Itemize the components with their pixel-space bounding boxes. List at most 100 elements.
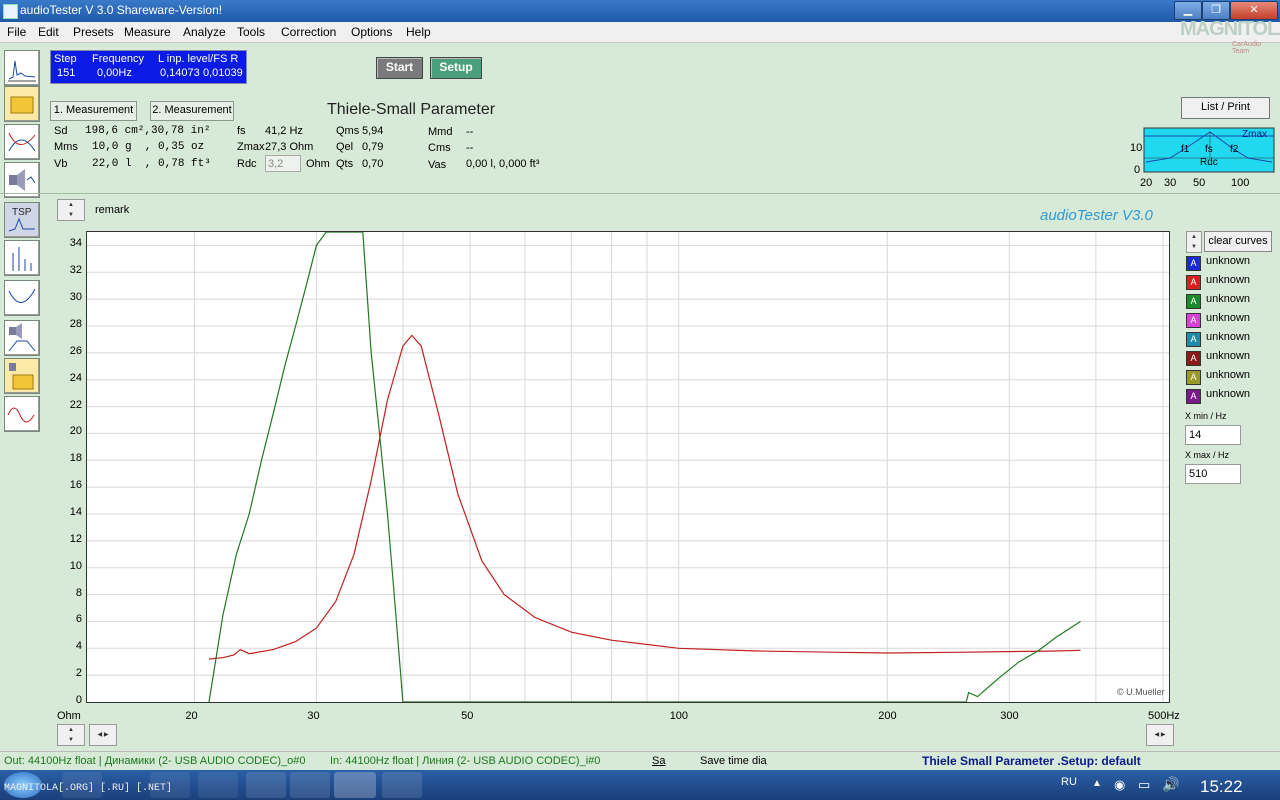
menu-options[interactable]: Options [351,25,392,39]
x-scroll-left[interactable]: ◀ ▶ [89,724,117,746]
app-taskbar-icon[interactable] [198,772,238,798]
frequency-label: Frequency [92,53,144,65]
speaker-filter-tool-icon[interactable] [4,320,40,356]
y-tick-label: 8 [75,586,82,599]
curve-a-icon: A [1186,256,1201,271]
folder-tool-icon[interactable] [4,86,40,122]
legend-label: unknown [1206,388,1251,400]
level-right-value: 0,01039 [203,67,243,79]
brand-label: audioTester V3.0 [1040,207,1153,224]
setup-button[interactable]: Setup [430,57,482,79]
tray-arrow-icon[interactable]: ▲ [1092,778,1102,789]
y-tick-label: 2 [75,667,82,680]
frequency-response-tool-icon[interactable] [4,124,40,160]
frequency-value: 0,00Hz [97,67,132,79]
tray-network-icon[interactable]: ◉ [1114,777,1125,793]
status-bar: Out: 44100Hz float | Динамики (2- USB AU… [0,751,1280,771]
spectrum-tool-icon[interactable] [4,50,40,86]
menu-analyze[interactable]: Analyze [183,25,226,39]
measurement-2-button[interactable]: 2. Measurement [150,101,234,121]
vas-label: Vas [428,159,447,171]
menu-help[interactable]: Help [406,25,431,39]
app-taskbar-icon[interactable] [246,772,286,798]
taskbar-watermark: MAGNITOLA[.ORG] [.RU] [.NET] [4,783,173,794]
menu-edit[interactable]: Edit [38,25,59,39]
menu-file[interactable]: File [7,25,26,39]
cms-value: -- [466,142,474,154]
menu-bar: File Edit Presets Measure Analyze Tools … [0,22,1280,43]
y-scale-spinner[interactable]: ▲ ▼ [57,724,85,746]
menu-tools[interactable]: Tools [237,25,265,39]
y-tick-label: 12 [69,532,82,545]
fs-value: 41,2 Hz [265,125,303,137]
x-min-input[interactable]: 14 [1185,425,1241,445]
speaker-folder-tool-icon[interactable] [4,358,40,394]
mini-rdc-label: Rdc [1200,157,1218,168]
curve-a-icon: A [1186,332,1201,347]
qts-value: 0,70 [362,158,384,170]
speaker-taskbar-icon[interactable] [290,772,330,798]
menu-correction[interactable]: Correction [281,25,336,39]
series-line-phase [208,232,1081,702]
audiotester-taskbar-icon[interactable] [334,772,376,798]
tsp-tool-icon[interactable]: TSP [4,202,40,238]
vb-label: Vb [54,158,68,170]
start-button[interactable]: Start [376,57,423,79]
mms-label: Mms [54,141,78,153]
mmd-value: -- [466,126,474,138]
y-tick-label: 4 [75,640,82,653]
remark-label: remark [95,204,130,216]
x-tick-label: 20 [185,710,198,722]
logo-subtitle: CarAudio Team [1232,41,1262,55]
x-tick-label: 300 [1000,710,1019,722]
zmax-value: 27,3 Ohm [265,141,314,153]
y-tick-label: 22 [69,398,82,411]
rdc-label: Rdc [237,158,257,170]
mini-y10-label: 10 [1130,142,1143,154]
y-tick-label: 24 [69,371,82,384]
impedance-tool-icon[interactable] [4,280,40,316]
waveform-tool-icon[interactable] [4,396,40,432]
measurement-1-button[interactable]: 1. Measurement [50,101,137,121]
list-print-button[interactable]: List / Print [1181,97,1270,119]
clock[interactable]: 15:22 [1200,777,1243,797]
qel-value: 0,79 [362,141,384,153]
y-tick-label: 16 [69,479,82,492]
remark-spinner[interactable]: ▲ ▼ [57,199,85,221]
mini-f2-label: f2 [1230,144,1239,155]
app-taskbar-icon[interactable] [382,772,422,798]
y-tick-label: 30 [69,291,82,304]
svg-text:TSP: TSP [12,207,32,218]
curve-a-icon: A [1186,370,1201,385]
step-label: Step [54,53,77,65]
tray-volume-icon[interactable]: 🔊 [1162,776,1179,793]
mini-x-tick: 20 [1140,177,1153,189]
y-tick-label: 34 [69,237,82,250]
spectrum-bars-tool-icon[interactable] [4,240,40,276]
x-tick-label: 100 [669,710,689,722]
clear-curves-button[interactable]: clear curves [1204,231,1272,252]
mini-y0-label: 0 [1134,164,1141,176]
mmd-label: Mmd [428,126,453,138]
left-toolbar: TSP [2,48,44,438]
title-bar: audioTester V 3.0 Shareware-Version! ▁ ❐… [0,0,1280,22]
x-scroll-right[interactable]: ◀ ▶ [1146,724,1174,746]
x-min-label: X min / Hz [1185,411,1227,421]
sd-value: 198,6 cm²,30,78 in² [85,125,211,137]
output-device-status: Out: 44100Hz float | Динамики (2- USB AU… [4,755,306,767]
mini-f1-label: f1 [1181,144,1190,155]
x-max-input[interactable]: 510 [1185,464,1241,484]
y-tick-label: 0 [75,694,82,706]
menu-measure[interactable]: Measure [124,25,171,39]
separator [0,193,1280,194]
mini-zmax-label: Zmax [1242,129,1267,140]
legend-label: unknown [1206,369,1251,381]
legend-spinner[interactable]: ▲ ▼ [1186,231,1202,253]
language-indicator[interactable]: RU [1061,776,1077,788]
rdc-input[interactable]: 3,2 [265,155,301,172]
y-tick-label: 6 [75,613,82,626]
tray-monitor-icon[interactable]: ▭ [1138,777,1150,793]
y-tick-label: 10 [69,559,82,572]
menu-presets[interactable]: Presets [73,25,114,39]
level-label: L inp. level/FS R [158,53,239,65]
